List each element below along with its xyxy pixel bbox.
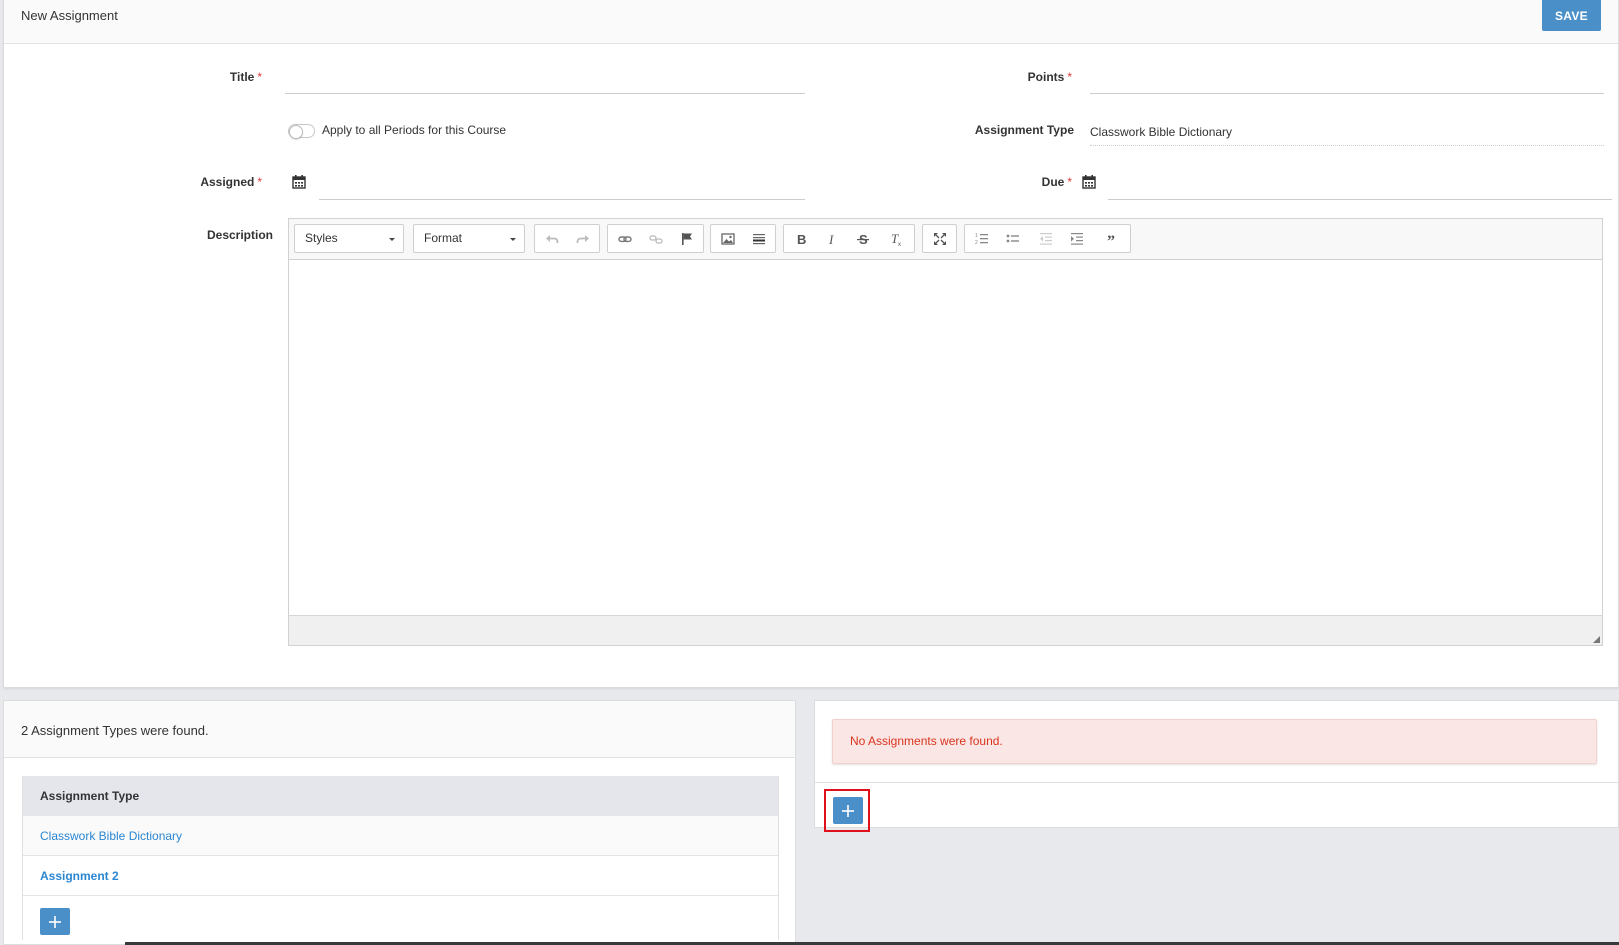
assigned-label: Assigned *: [200, 175, 262, 189]
svg-text:”: ”: [1107, 233, 1115, 246]
strikethrough-icon[interactable]: S: [848, 225, 878, 252]
basic-style-group: B I S Tx: [783, 224, 915, 253]
form-header: New Assignment SAVE: [4, 0, 1618, 44]
maximize-icon[interactable]: [925, 225, 955, 252]
outdent-icon[interactable]: [1031, 225, 1061, 252]
calendar-icon[interactable]: [1082, 175, 1096, 189]
assignments-alert-row: No Assignments were found.: [815, 701, 1618, 783]
rich-text-editor: Styles Format B I T x 1 2 ”: [288, 218, 1603, 646]
required-marker: *: [1067, 175, 1072, 189]
svg-text:x: x: [898, 242, 901, 246]
plus-icon: [842, 804, 854, 817]
table-row[interactable]: Classwork Bible Dictionary: [23, 816, 778, 856]
list-group: 12 ”: [964, 224, 1131, 253]
due-label: Due *: [1041, 175, 1072, 189]
image-icon[interactable]: [713, 225, 743, 252]
link-group: [607, 224, 704, 253]
numbered-list-icon[interactable]: 12: [967, 225, 997, 252]
svg-text:I: I: [828, 232, 834, 246]
link-icon[interactable]: [610, 225, 640, 252]
points-label: Points *: [1027, 70, 1072, 84]
tools-group: [922, 224, 957, 253]
unlink-icon[interactable]: [641, 225, 671, 252]
assignment-types-table: Assignment Type Classwork Bible Dictiona…: [22, 776, 779, 940]
table-row[interactable]: Assignment 2: [23, 856, 778, 896]
table-header-assignment-type: Assignment Type: [23, 776, 778, 816]
no-assignments-alert: No Assignments were found.: [832, 719, 1597, 764]
apply-all-periods-toggle[interactable]: [288, 124, 315, 139]
svg-text:2: 2: [975, 240, 978, 246]
assignment-type-label: Assignment Type: [974, 123, 1074, 137]
anchor-flag-icon[interactable]: [672, 225, 702, 252]
caret-down-icon: [510, 238, 516, 241]
title-input[interactable]: [285, 72, 805, 94]
italic-icon[interactable]: I: [817, 225, 847, 252]
assignment-type-value[interactable]: Classwork Bible Dictionary: [1090, 122, 1604, 146]
types-found-text: 2 Assignment Types were found.: [21, 723, 209, 738]
required-marker: *: [1067, 70, 1072, 84]
required-marker: *: [257, 175, 262, 189]
points-input[interactable]: [1090, 72, 1604, 94]
assigned-date-input[interactable]: [319, 178, 805, 200]
svg-text:1: 1: [975, 233, 978, 239]
editor-content-area[interactable]: [289, 260, 1602, 616]
calendar-icon[interactable]: [292, 175, 306, 189]
editor-toolbar: Styles Format B I T x 1 2 ”: [289, 219, 1602, 260]
page-title: New Assignment: [21, 8, 118, 23]
required-marker: *: [257, 70, 262, 84]
description-label: Description: [206, 228, 273, 242]
save-button[interactable]: SAVE: [1542, 0, 1601, 31]
assignment-types-panel: 2 Assignment Types were found. Assignmen…: [3, 700, 796, 945]
assignments-panel: No Assignments were found.: [814, 700, 1619, 832]
resize-grip-icon[interactable]: [1593, 636, 1600, 643]
bold-icon[interactable]: B: [786, 225, 816, 252]
due-date-input[interactable]: [1108, 178, 1612, 200]
format-dropdown[interactable]: Format: [413, 224, 525, 253]
insert-group: [710, 224, 776, 253]
horizontal-line-icon[interactable]: [744, 225, 774, 252]
apply-all-periods-label: Apply to all Periods for this Course: [322, 123, 507, 137]
styles-dropdown[interactable]: Styles: [294, 224, 404, 253]
remove-format-icon[interactable]: Tx: [881, 225, 911, 252]
blockquote-icon[interactable]: ”: [1098, 225, 1128, 252]
plus-icon: [49, 915, 61, 928]
bulleted-list-icon[interactable]: [998, 225, 1028, 252]
caret-down-icon: [389, 238, 395, 241]
undo-icon[interactable]: [537, 225, 567, 252]
assignment-types-header: 2 Assignment Types were found.: [4, 701, 795, 758]
svg-text:B: B: [797, 232, 806, 246]
editor-status-bar: [289, 615, 1602, 645]
history-group: [534, 224, 600, 253]
table-footer: [23, 896, 778, 940]
add-assignment-type-button[interactable]: [40, 908, 70, 935]
add-assignment-button[interactable]: [833, 797, 863, 824]
indent-icon[interactable]: [1062, 225, 1092, 252]
redo-icon[interactable]: [568, 225, 598, 252]
title-label: Title *: [229, 70, 262, 84]
assignment-form-panel: New Assignment SAVE Title * Points * Apply…: [3, 0, 1619, 688]
